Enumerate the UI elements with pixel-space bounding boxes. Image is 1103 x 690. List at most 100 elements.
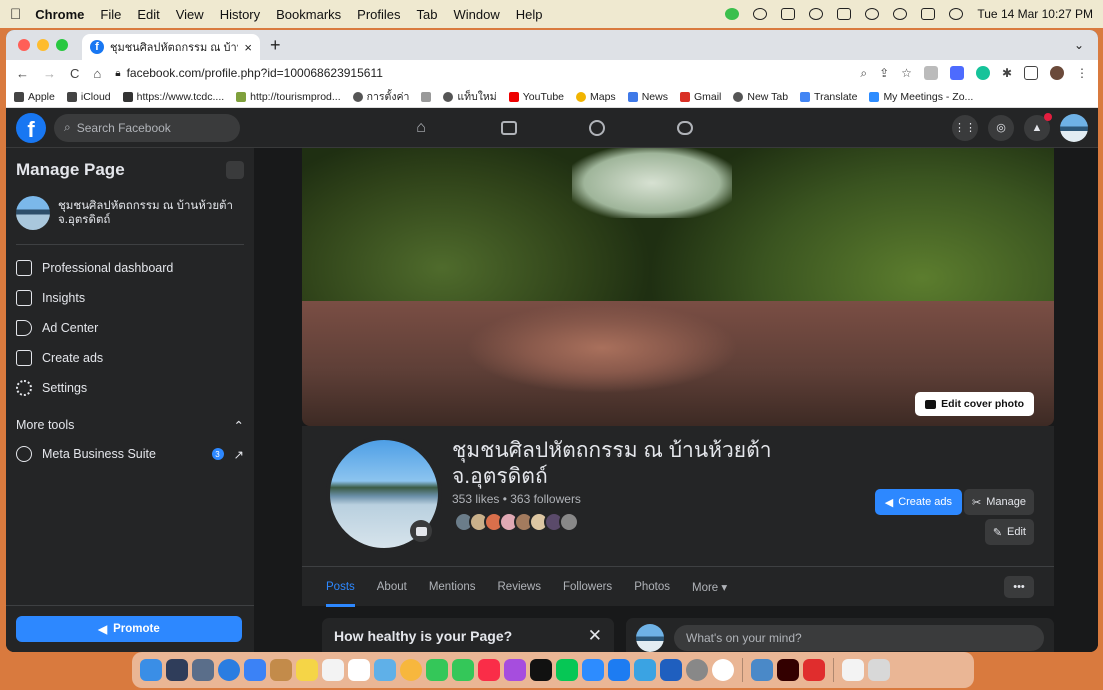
bookmark-translate[interactable]: Translate [800,91,857,103]
new-tab-button[interactable]: + [270,35,281,56]
bookmark-star-icon[interactable]: ☆ [901,66,912,80]
zoom-icon[interactable] [582,659,604,681]
tab-reviews[interactable]: Reviews [498,581,541,593]
extension-green-icon[interactable] [975,66,990,80]
more-tools-toggle[interactable]: More tools ⌃ [16,411,244,439]
bookmark-tourismprod[interactable]: http://tourismprod... [236,91,341,103]
chrome-icon[interactable] [712,659,734,681]
follower-avatars[interactable] [454,512,579,532]
apple-menu-icon[interactable]:  [10,6,21,23]
sidebar-item-ad-center[interactable]: Ad Center [16,313,244,343]
notes-icon[interactable] [296,659,318,681]
tab-mentions[interactable]: Mentions [429,581,476,593]
menu-app-name[interactable]: Chrome [35,7,84,22]
account-avatar[interactable] [1060,113,1088,142]
app-store-icon[interactable] [608,659,630,681]
menu-window[interactable]: Window [454,7,500,22]
facebook-logo-icon[interactable]: f [16,112,46,143]
menu-file[interactable]: File [100,7,121,22]
messages-icon[interactable] [426,659,448,681]
finder-icon[interactable] [140,659,162,681]
address-bar[interactable]: 🔒︎ facebook.com/profile.php?id=100068623… [115,66,846,80]
mail-icon[interactable] [244,659,266,681]
browser-tab[interactable]: f ชุมชนศิลปหัตถกรรม ณ บ้านห้วยต้ × [82,34,260,60]
bookmark-news[interactable]: News [627,91,668,103]
tab-about[interactable]: About [377,581,407,593]
minimize-window-button[interactable] [37,39,49,51]
documents-folder-icon[interactable] [842,659,864,681]
input-source-icon[interactable] [781,8,796,20]
change-profile-picture-button[interactable] [410,520,432,542]
back-button[interactable]: ← [16,66,29,81]
bookmark-settings[interactable]: การตั้งค่า [352,88,409,105]
system-preferences-icon[interactable] [686,659,708,681]
extension-mail-icon[interactable] [923,66,938,80]
wifi-icon[interactable] [865,8,880,20]
page-switcher[interactable]: ชุมชนศิลปหัตถกรรม ณ บ้านห้วยต้า จ.อุตรดิ… [16,196,244,245]
sidebar-item-insights[interactable]: Insights [16,283,244,313]
tab-posts[interactable]: Posts [326,567,355,607]
menu-edit[interactable]: Edit [137,7,159,22]
clock[interactable]: Tue 14 Mar 10:27 PM [977,7,1093,21]
calendar-icon[interactable] [348,659,370,681]
trash-icon[interactable] [868,659,890,681]
forward-button[interactable]: → [43,66,56,81]
safari-icon[interactable] [218,659,240,681]
menu-history[interactable]: History [220,7,260,22]
reminders-icon[interactable] [322,659,344,681]
siri-icon[interactable] [949,8,964,20]
home-button[interactable]: ⌂ [93,66,101,81]
illustrator-icon[interactable] [777,659,799,681]
spotlight-icon[interactable] [893,8,908,20]
gaming-icon[interactable] [670,113,700,143]
music-icon[interactable] [478,659,500,681]
bookmark-tcdc[interactable]: https://www.tcdc.... [122,91,224,103]
bookmark-apple[interactable]: Apple [14,91,55,103]
profile-picture[interactable] [326,436,442,552]
launchpad-icon[interactable] [166,659,188,681]
facetime-icon[interactable] [452,659,474,681]
bluetooth-icon[interactable] [809,8,824,20]
bookmark-icloud[interactable]: iCloud [66,91,111,103]
mission-control-icon[interactable] [192,659,214,681]
lock-icon[interactable]: 🔒︎ [115,68,120,79]
contacts-icon[interactable] [270,659,292,681]
screenshot-app-icon[interactable] [751,659,773,681]
sidebar-item-create-ads[interactable]: Create ads [16,343,244,373]
close-icon[interactable]: ✕ [588,626,602,646]
manage-button[interactable]: ✂ Manage [964,489,1034,515]
whats-on-your-mind-input[interactable]: What's on your mind? [674,625,1044,651]
status-app-icon[interactable] [725,8,740,20]
acrobat-icon[interactable] [803,659,825,681]
close-tab-icon[interactable]: × [244,40,252,55]
word-icon[interactable] [660,659,682,681]
url-text[interactable]: facebook.com/profile.php?id=100068623915… [127,66,383,80]
moon-icon[interactable] [753,8,768,20]
likes-followers-count[interactable]: 353 likes • 363 followers [452,492,581,506]
line-icon[interactable] [556,659,578,681]
bookmark-newtab-th[interactable]: แท็บใหม่ [443,88,497,105]
reload-button[interactable]: C [70,66,79,81]
menu-profiles[interactable]: Profiles [357,7,400,22]
tv-icon[interactable] [530,659,552,681]
preview-icon[interactable] [634,659,656,681]
photos-icon[interactable] [400,659,422,681]
sidebar-item-professional-dashboard[interactable]: Professional dashboard [16,253,244,283]
menu-view[interactable]: View [176,7,204,22]
sidebar-item-settings[interactable]: Settings [16,373,244,403]
switch-view-icon[interactable] [226,161,244,179]
cover-photo[interactable]: Edit cover photo [302,148,1054,426]
side-panel-icon[interactable] [1024,66,1038,80]
bookmark-my-meetings[interactable]: My Meetings - Zo... [869,91,973,103]
tab-followers[interactable]: Followers [563,581,612,593]
home-icon[interactable]: ⌂ [406,113,436,143]
control-center-icon[interactable] [921,8,936,20]
extension-blue-icon[interactable] [949,66,964,80]
zoom-window-button[interactable] [56,39,68,51]
groups-icon[interactable] [582,113,612,143]
menu-grid-icon[interactable]: ⋮⋮ [952,114,978,141]
share-icon[interactable]: ⇪ [879,66,889,80]
podcasts-icon[interactable] [504,659,526,681]
notifications-bell-icon[interactable]: ▲ [1024,112,1052,141]
bookmark-new-tab[interactable]: New Tab [733,91,788,103]
